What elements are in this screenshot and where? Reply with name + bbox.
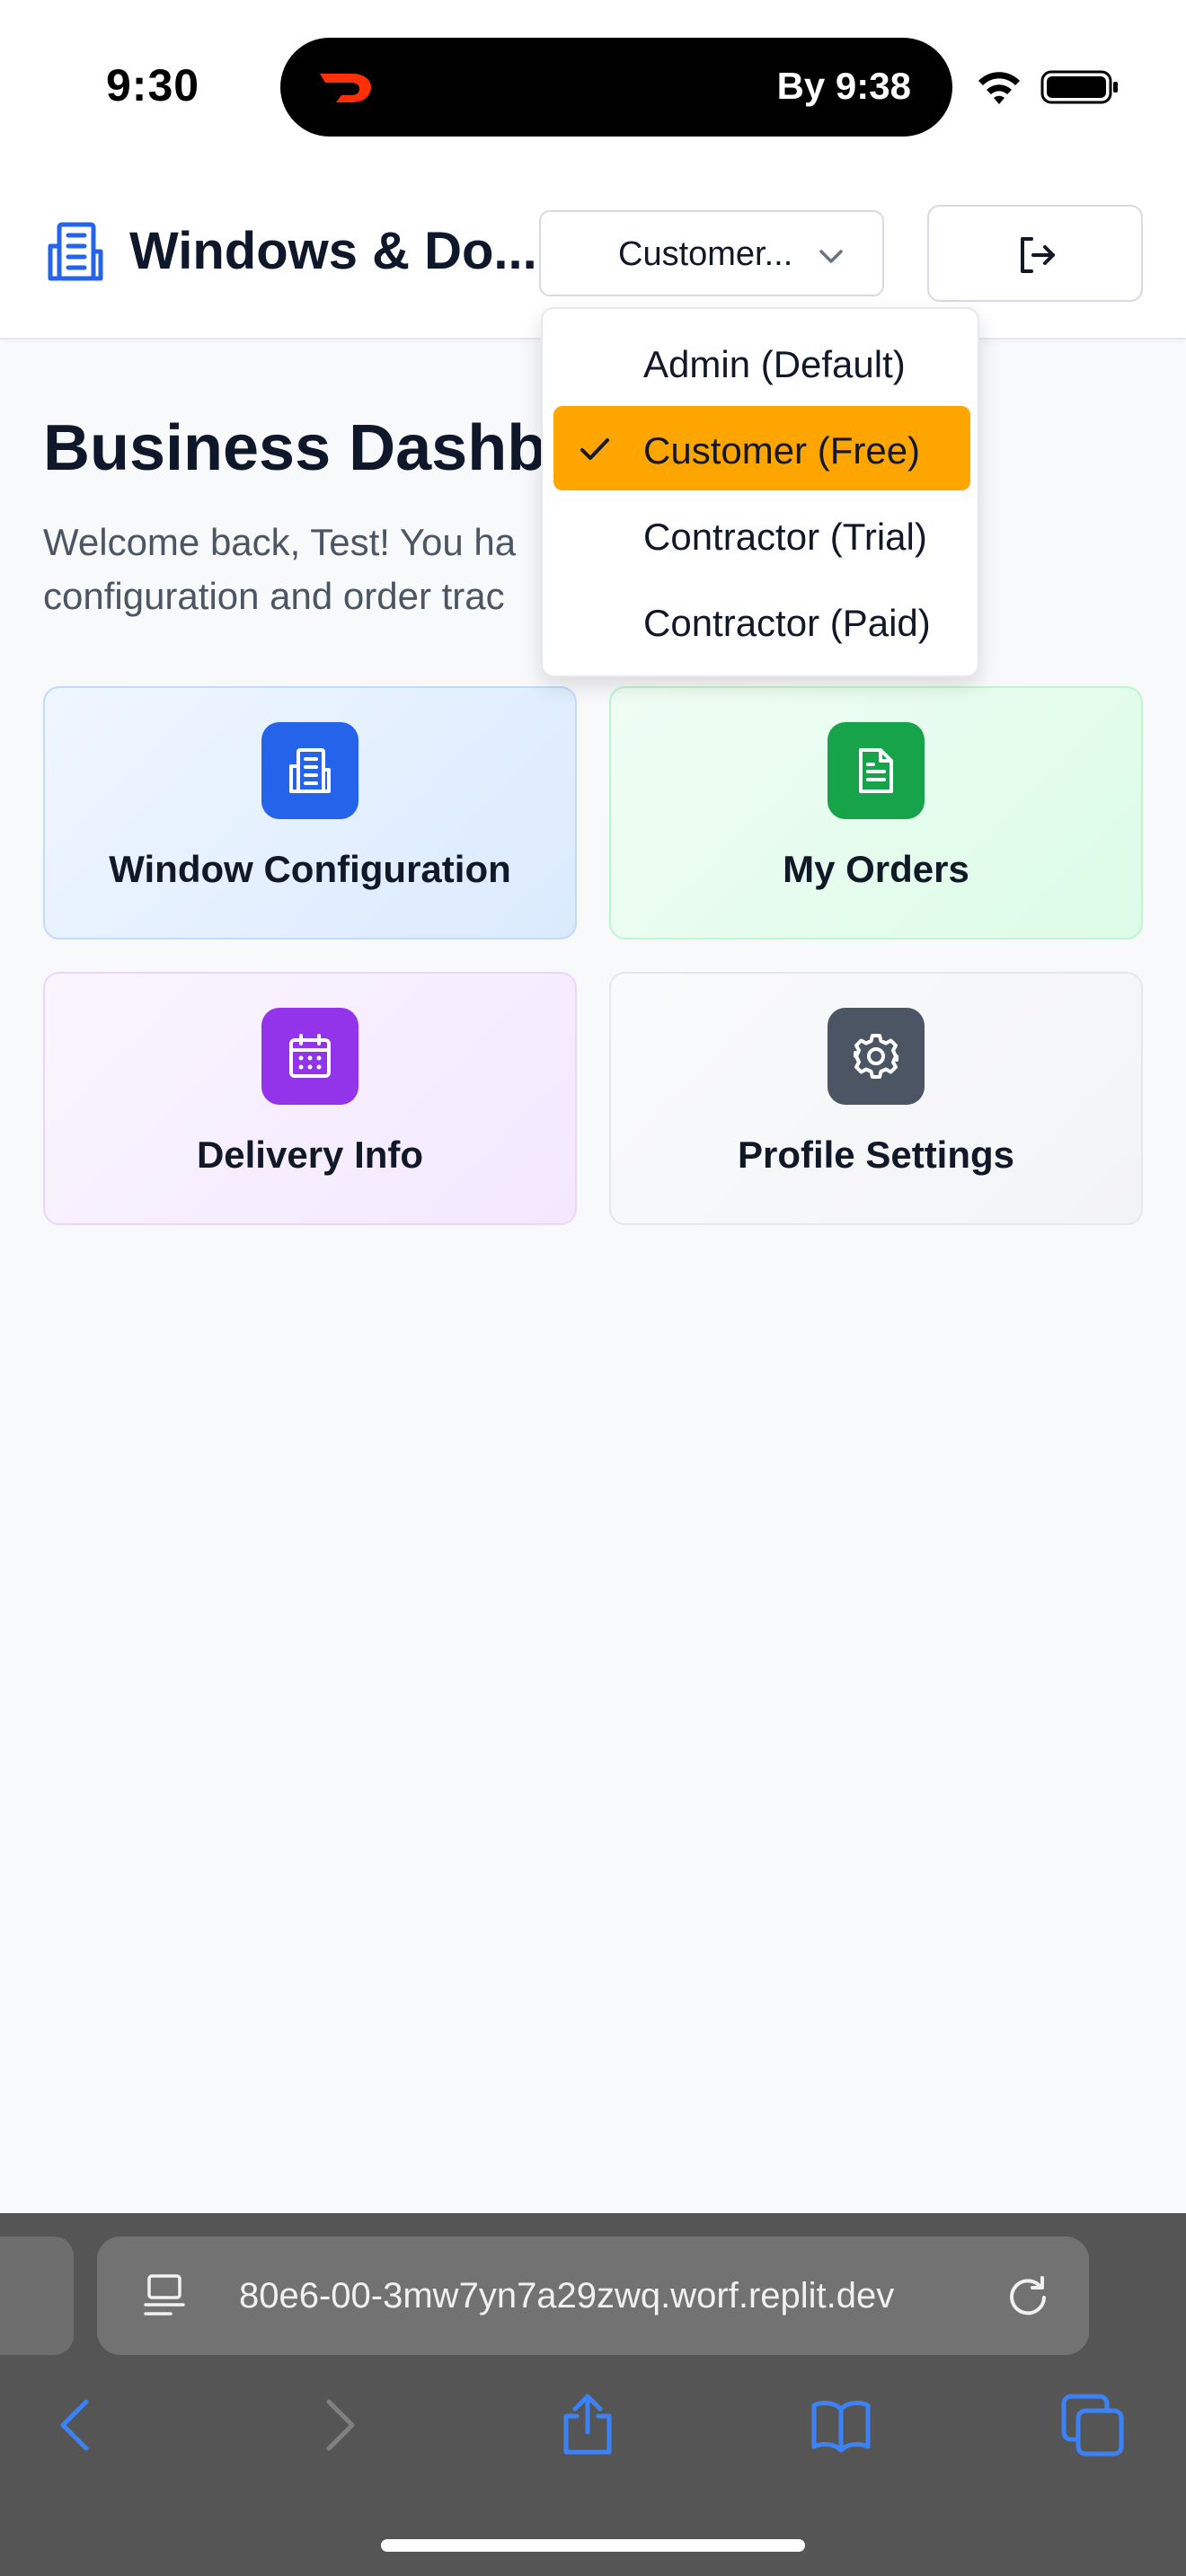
- home-indicator[interactable]: [381, 2539, 805, 2552]
- bookmarks-icon[interactable]: [809, 2393, 873, 2457]
- reload-icon[interactable]: [1005, 2272, 1051, 2319]
- card-my-orders[interactable]: My Orders: [609, 686, 1143, 940]
- check-icon: [580, 438, 609, 460]
- card-title: Window Configuration: [109, 848, 511, 890]
- app-title: Windows & Do...: [129, 222, 537, 280]
- browser-toolbar: 80e6-00-3mw7yn7a29zwq.worf.replit.dev: [0, 2213, 1186, 2576]
- role-dropdown-menu: Admin (Default) Customer (Free) Contract…: [541, 307, 979, 677]
- battery-icon: [1040, 70, 1118, 104]
- role-option-label: Admin (Default): [643, 343, 906, 385]
- tabs-icon[interactable]: [1060, 2393, 1125, 2457]
- status-time: 9:30: [106, 60, 200, 110]
- role-option-label: Contractor (Paid): [643, 602, 931, 644]
- role-option-contractor-trial[interactable]: Contractor (Trial): [553, 492, 970, 577]
- logout-icon: [1021, 237, 1055, 273]
- doordash-icon: [320, 74, 372, 102]
- role-option-label: Customer (Free): [643, 429, 921, 472]
- gear-icon: [854, 1034, 898, 1079]
- card-icon-tile: [261, 722, 358, 819]
- back-arrow-icon[interactable]: [45, 2393, 110, 2457]
- building-icon: [48, 222, 103, 281]
- url-text: 80e6-00-3mw7yn7a29zwq.worf.replit.dev: [239, 2276, 895, 2316]
- card-title: My Orders: [783, 848, 969, 890]
- status-bar: 9:30 By 9:38: [0, 0, 1186, 171]
- card-window-configuration[interactable]: Window Configuration: [43, 686, 577, 940]
- forward-arrow-icon[interactable]: [305, 2393, 370, 2457]
- card-icon-tile: [828, 1008, 925, 1105]
- card-icon-tile: [828, 722, 925, 819]
- page-title: Business Dashb: [43, 412, 547, 484]
- previous-tab-preview[interactable]: [0, 2236, 74, 2355]
- card-profile-settings[interactable]: Profile Settings: [609, 972, 1143, 1225]
- address-bar[interactable]: 80e6-00-3mw7yn7a29zwq.worf.replit.dev: [97, 2236, 1089, 2355]
- card-icon-tile: [261, 1008, 358, 1105]
- role-select[interactable]: Customer...: [539, 210, 884, 296]
- card-delivery-info[interactable]: Delivery Info: [43, 972, 577, 1225]
- chevron-down-icon: [819, 250, 843, 263]
- role-select-value: Customer...: [618, 235, 793, 273]
- card-title: Profile Settings: [737, 1134, 1015, 1176]
- role-option-customer[interactable]: Customer (Free): [553, 406, 970, 490]
- live-activity-text: By 9:38: [776, 65, 911, 107]
- wifi-icon: [978, 72, 1020, 104]
- role-option-admin[interactable]: Admin (Default): [553, 320, 970, 404]
- building-icon: [289, 748, 331, 793]
- logout-button[interactable]: [927, 205, 1143, 302]
- card-title: Delivery Info: [196, 1134, 424, 1176]
- role-option-label: Contractor (Trial): [643, 516, 927, 558]
- page-menu-icon[interactable]: [142, 2272, 187, 2319]
- document-icon: [859, 748, 893, 793]
- calendar-icon: [289, 1034, 331, 1078]
- role-option-contractor-paid[interactable]: Contractor (Paid): [553, 578, 970, 663]
- dynamic-island[interactable]: By 9:38: [280, 38, 952, 137]
- share-icon[interactable]: [555, 2393, 620, 2457]
- screen: 9:30 By 9:38 Windows & Do... Customer...…: [0, 0, 1186, 2576]
